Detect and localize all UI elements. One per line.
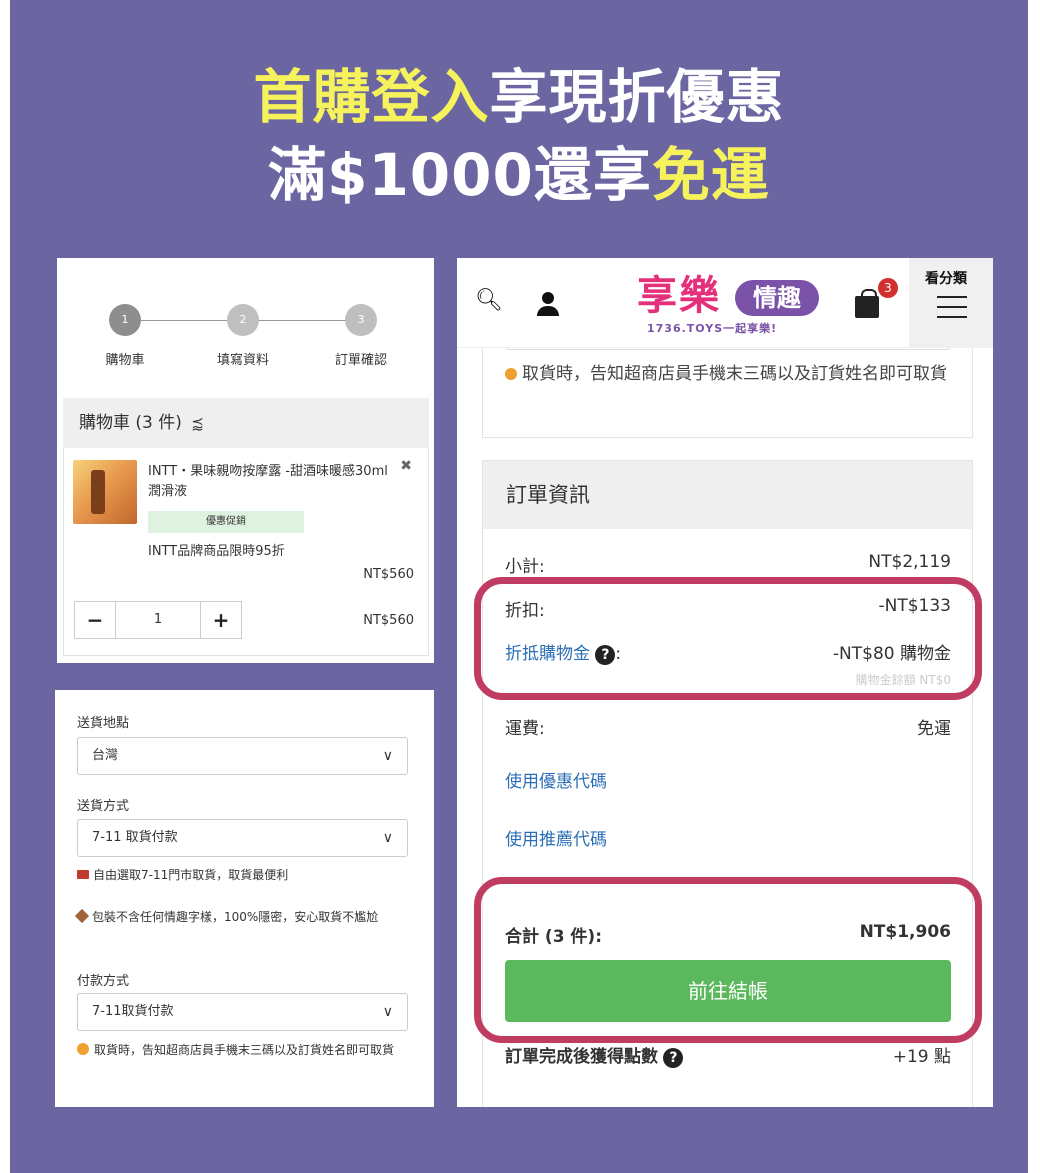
step-confirm: 3 訂單確認 [311,304,411,368]
share-icon[interactable]: ⪷ [191,414,204,432]
destination-label: 送貨地點 [77,716,130,731]
payment-select[interactable]: 7-11取貨付款 ∨ [77,993,408,1031]
headline-line-2: 滿$1000還享免運 [10,136,1028,214]
subtotal-value: NT$2,119 [868,552,951,572]
increase-qty-button[interactable]: + [201,602,241,638]
step-label: 訂單確認 [334,353,387,368]
shipping-fee-label: 運費: [505,719,545,739]
step-number: 3 [345,304,377,336]
payment-note-text: 取貨時，告知超商店員手機末三碼以及訂貨姓名即可取貨 [94,1043,395,1057]
subtotal-label: 小計: [505,557,545,577]
subtotal-row: 小計: NT$2,119 [505,552,951,577]
remove-item-icon[interactable]: ✖ [400,458,412,474]
coupon-code-link[interactable]: 使用優惠代碼 [505,767,607,792]
search-icon[interactable]: 🔍︎ [475,288,503,313]
info-dot-icon [77,1043,89,1055]
headline-highlight-1: 首購登入 [253,63,490,131]
product-title[interactable]: INTT・果味親吻按摩露 -甜酒味暖感30ml 潤滑液 [148,462,388,502]
step-number: 1 [109,304,141,336]
promo-text: INTT品牌商品限時95折 [148,544,285,559]
privacy-note-text: 包裝不含任何情趣字樣，100%隱密，安心取貨不尷尬 [92,910,379,924]
category-menu[interactable]: 看分類 [909,258,993,348]
order-info-title: 訂單資訊 [483,461,972,529]
discount-highlight-ring [474,577,982,700]
hamburger-icon [937,296,967,326]
privacy-note: 包裝不含任何情趣字樣，100%隱密，安心取貨不尷尬 [74,907,412,928]
shipping-method-label: 送貨方式 [77,799,130,814]
quantity-stepper: − 1 + [74,601,242,639]
cart-panel: 1 購物車 2 填寫資料 3 訂單確認 購物車 (3 件) ⪷ INTT・果味親… [57,258,434,663]
product-image[interactable] [73,460,137,524]
user-icon[interactable] [537,292,559,316]
chevron-down-icon: ∨ [382,748,393,764]
points-label: 訂單完成後獲得點數 [505,1047,658,1067]
headline-highlight-2: 免運 [651,141,770,209]
truck-icon [77,870,89,879]
step-label: 填寫資料 [216,353,269,368]
promo-headline: 首購登入享現折優惠 滿$1000還享免運 [10,58,1028,214]
shipping-fee-row: 運費: 免運 [505,714,951,739]
checkout-steps: 1 購物車 2 填寫資料 3 訂單確認 [57,258,434,378]
shipping-method-value: 7-11 取貨付款 [92,830,178,845]
info-dot-icon [505,368,517,380]
referral-row: 使用推薦代碼 [505,825,951,850]
package-icon [74,908,90,924]
cart-header-label: 購物車 (3 件) [79,413,182,433]
logo-badge[interactable]: 情趣 [735,280,819,316]
referral-code-link[interactable]: 使用推薦代碼 [505,825,607,850]
logo-tagline: 1736.TOYS一起享樂! [647,322,778,335]
payment-note: 取貨時，告知超商店員手機末三碼以及訂貨姓名即可取貨 [77,1040,412,1061]
destination-select[interactable]: 台灣 ∨ [77,737,408,775]
total-highlight-ring [474,877,982,1043]
payment-label: 付款方式 [77,974,130,989]
payment-value: 7-11取貨付款 [92,1004,174,1019]
decrease-qty-button[interactable]: − [75,602,115,638]
points-value: +19 點 [892,1047,951,1067]
chevron-down-icon: ∨ [382,830,393,846]
cart-header: 購物車 (3 件) ⪷ [63,398,429,448]
shipping-fee-value: 免運 [917,719,951,739]
shipping-panel: 送貨地點 台灣 ∨ 送貨方式 7-11 取貨付款 ∨ 自由選取7-11門市取貨，… [55,690,434,1107]
headline-text-2: 滿$1000還享 [268,141,652,209]
step-number: 2 [227,304,259,336]
coupon-row: 使用優惠代碼 [505,767,951,792]
site-header: 🔍︎ 享樂 情趣 1736.TOYS一起享樂! 3 看分類 [457,258,993,348]
pickup-note: 取貨時，告知超商店員手機末三碼以及訂貨姓名即可取貨 [505,360,955,389]
unit-price: NT$560 [363,567,414,582]
category-menu-label: 看分類 [925,271,967,287]
pickup-note-text: 取貨時，告知超商店員手機末三碼以及訂貨姓名即可取貨 [522,364,947,384]
shipping-method-note: 自由選取7-11門市取貨，取貨最便利 [77,865,412,886]
cart-count-badge: 3 [878,278,898,298]
quantity-value[interactable]: 1 [115,602,201,638]
destination-value: 台灣 [92,748,119,763]
line-total: NT$560 [363,613,414,628]
points-row: 訂單完成後獲得點數 ? +19 點 [505,1042,951,1068]
cart-item: INTT・果味親吻按摩露 -甜酒味暖感30ml 潤滑液 ✖ 優惠促銷 INTT品… [63,448,429,656]
chevron-down-icon: ∨ [382,1004,393,1020]
headline-line-1: 首購登入享現折優惠 [10,58,1028,136]
shopping-bag-icon[interactable] [855,289,879,318]
step-label: 購物車 [105,353,145,368]
step-fill-info: 2 填寫資料 [193,304,293,368]
shipping-method-note-text: 自由選取7-11門市取貨，取貨最便利 [93,868,289,882]
help-icon[interactable]: ? [663,1048,684,1068]
headline-text-1: 享現折優惠 [489,63,785,131]
shipping-method-select[interactable]: 7-11 取貨付款 ∨ [77,819,408,857]
logo-main[interactable]: 享樂 [637,274,721,318]
step-cart: 1 購物車 [75,304,175,368]
promo-tag: 優惠促銷 [148,511,304,533]
